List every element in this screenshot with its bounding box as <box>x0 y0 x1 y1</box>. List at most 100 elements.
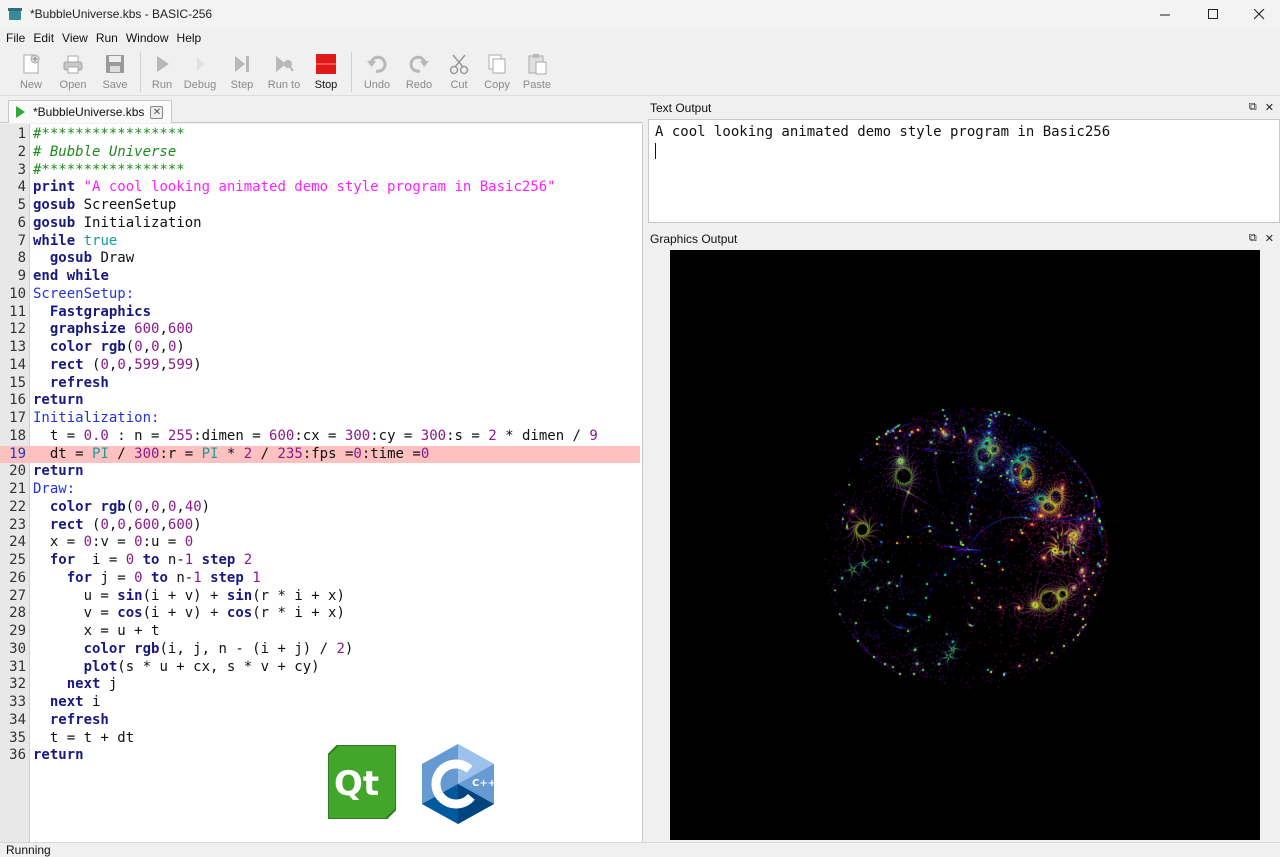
code-line[interactable]: 30 color rgb(i, j, n - (i + j) / 2) <box>0 640 642 659</box>
code-line[interactable]: 10 ScreenSetup: <box>0 285 642 304</box>
bubble-universe-canvas[interactable] <box>670 250 1260 840</box>
code-line[interactable]: 32 next j <box>0 676 642 694</box>
menu-view[interactable]: View <box>58 28 92 48</box>
float-dock-icon[interactable]: ⧉ <box>1249 232 1257 245</box>
code-text: Fastgraphics <box>49 303 152 320</box>
code-line[interactable]: 1 #***************** <box>0 126 642 144</box>
line-number: 6 <box>17 214 26 231</box>
qt-logo-text: Qt <box>334 764 379 804</box>
code-text: ScreenSetup: <box>33 285 135 302</box>
code-line[interactable]: 25 for i = 0 to n-1 step 2 <box>0 552 642 570</box>
code-line[interactable]: 18 t = 0.0 : n = 255:dimen = 600:cx = 30… <box>0 427 642 446</box>
code-text: return <box>33 747 84 764</box>
code-line[interactable]: 17 Initialization: <box>0 410 642 428</box>
window-title: *BubbleUniverse.kbs - BASIC-256 <box>30 7 213 21</box>
code-line[interactable]: 20 return <box>0 463 642 481</box>
code-line[interactable]: 22 color rgb(0,0,0,40) <box>0 499 642 517</box>
code-text: graphsize 600,600 <box>49 321 194 338</box>
menu-run[interactable]: Run <box>92 28 122 48</box>
close-dock-icon[interactable]: ✕ <box>1265 232 1274 245</box>
code-line[interactable]: 21 Draw: <box>0 481 642 499</box>
code-line[interactable]: 6 gosub Initialization <box>0 214 642 233</box>
code-line[interactable]: 14 rect (0,0,599,599) <box>0 357 642 375</box>
code-line[interactable]: 12 graphsize 600,600 <box>0 321 642 339</box>
run-to-button[interactable]: Run to <box>263 48 305 96</box>
code-text: dt = PI / 300:r = PI * 2 / 235:fps =0:ti… <box>33 445 430 462</box>
line-number: 15 <box>9 374 26 391</box>
code-line[interactable]: 15 refresh <box>0 374 642 393</box>
editor-tab[interactable]: *BubbleUniverse.kbs ✕ <box>8 100 172 123</box>
toolbar-separator <box>140 52 141 92</box>
code-line[interactable]: 13 color rgb(0,0,0) <box>0 339 642 357</box>
code-text: color rgb(0,0,0) <box>49 339 185 355</box>
step-button[interactable]: Step <box>221 48 263 96</box>
code-text: refresh <box>49 711 109 728</box>
text-output-title: Text Output <box>650 101 712 115</box>
graphics-output-dock-title: Graphics Output ⧉ ✕ <box>643 229 1280 249</box>
stop-button[interactable]: Stop <box>305 48 347 96</box>
paste-button[interactable]: Paste <box>516 48 558 96</box>
new-button[interactable]: New <box>10 48 52 96</box>
maximize-button[interactable] <box>1190 0 1236 28</box>
code-editor[interactable]: 1 #***************** 2 # Bubble Universe 3 #*… <box>0 124 643 842</box>
code-line[interactable]: 19 dt = PI / 300:r = PI * 2 / 235:fps =0… <box>0 445 640 464</box>
code-text: #***************** <box>33 126 185 142</box>
code-line[interactable]: 16 return <box>0 392 642 410</box>
title-bar: *BubbleUniverse.kbs - BASIC-256 <box>0 0 1280 28</box>
minimize-button[interactable] <box>1142 0 1188 28</box>
line-number: 8 <box>17 250 26 267</box>
menu-window[interactable]: Window <box>122 28 173 48</box>
line-number: 1 <box>17 126 26 142</box>
close-window-button[interactable] <box>1236 0 1280 28</box>
code-line[interactable]: 28 v = cos(i + v) + cos(r * i + x) <box>0 605 642 623</box>
line-number: 4 <box>17 179 26 196</box>
tab-label: *BubbleUniverse.kbs <box>33 105 145 119</box>
step-icon <box>230 52 254 76</box>
code-line[interactable]: 9 end while <box>0 268 642 286</box>
line-number: 18 <box>9 427 26 444</box>
code-line[interactable]: 33 next i <box>0 694 642 712</box>
code-line[interactable]: 24 x = 0:v = 0:u = 0 <box>0 534 642 552</box>
cpp-logo: C++ <box>420 742 496 826</box>
redo-button[interactable]: Redo <box>398 48 440 96</box>
code-line[interactable]: 2 # Bubble Universe <box>0 144 642 162</box>
code-line[interactable]: 11 Fastgraphics <box>0 303 642 322</box>
code-line[interactable]: 23 rect (0,0,600,600) <box>0 516 642 535</box>
tab-close-icon[interactable]: ✕ <box>150 105 164 119</box>
graphics-output-title: Graphics Output <box>650 232 738 246</box>
code-text: rect (0,0,600,600) <box>49 516 202 533</box>
maximize-icon <box>1207 8 1218 19</box>
cut-button[interactable]: Cut <box>440 48 478 96</box>
code-line[interactable]: 3 #***************** <box>0 162 642 180</box>
menu-file[interactable]: File <box>2 28 29 48</box>
code-line[interactable]: 27 u = sin(i + v) + sin(r * i + x) <box>0 588 642 606</box>
code-text: next j <box>66 676 118 693</box>
close-dock-icon[interactable]: ✕ <box>1265 101 1274 114</box>
code-line[interactable]: 35 t = t + dt <box>0 730 642 748</box>
open-button[interactable]: Open <box>52 48 94 96</box>
code-line[interactable]: 26 for j = 0 to n-1 step 1 <box>0 570 642 588</box>
code-line[interactable]: 4 print "A cool looking animated demo sty… <box>0 179 642 197</box>
menu-edit[interactable]: Edit <box>29 28 58 48</box>
floppy-save-icon <box>103 52 127 76</box>
float-dock-icon[interactable]: ⧉ <box>1249 101 1257 114</box>
undo-button[interactable]: Undo <box>356 48 398 96</box>
code-line[interactable]: 36 return <box>0 747 642 765</box>
save-button[interactable]: Save <box>94 48 136 96</box>
copy-button[interactable]: Copy <box>478 48 516 96</box>
code-line[interactable]: 29 x = u + t <box>0 623 642 641</box>
code-line[interactable]: 5 gosub ScreenSetup <box>0 197 642 215</box>
code-line[interactable]: 34 refresh <box>0 711 642 730</box>
code-line[interactable]: 8 gosub Draw <box>0 250 642 268</box>
code-text: return <box>33 392 84 409</box>
menu-help[interactable]: Help <box>173 28 206 48</box>
run-button[interactable]: Run <box>145 48 179 96</box>
code-line[interactable]: 7 while true <box>0 233 642 251</box>
debug-button[interactable]: Debug <box>179 48 221 96</box>
line-number: 30 <box>9 640 26 657</box>
paste-icon <box>525 52 549 76</box>
code-line[interactable]: 31 plot(s * u + cx, s * v + cy) <box>0 659 642 677</box>
text-output-panel[interactable]: A cool looking animated demo style progr… <box>648 119 1280 223</box>
code-text: t = 0.0 : n = 255:dimen = 600:cx = 300:c… <box>33 427 598 444</box>
line-number: 29 <box>9 623 26 639</box>
